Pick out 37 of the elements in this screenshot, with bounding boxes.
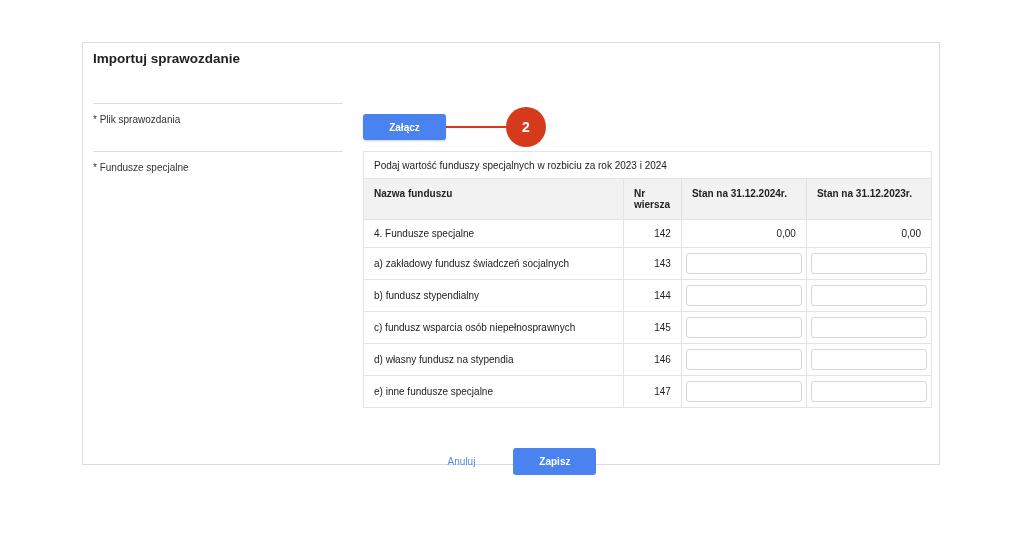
amount-field[interactable] xyxy=(685,317,802,338)
column-header: Stan na 31.12.2024r. xyxy=(681,178,807,220)
field-label: * Fundusze specjalne xyxy=(93,162,189,173)
table-cell: 4. Fundusze specjalne xyxy=(363,219,624,248)
table-cell: 145 xyxy=(623,311,682,344)
table-cell: d) własny fundusz na stypendia xyxy=(363,343,624,376)
amount-field[interactable] xyxy=(685,349,802,370)
amount-field[interactable] xyxy=(685,381,802,402)
table-cell: 144 xyxy=(623,279,682,312)
step-badge: 2 xyxy=(506,107,546,147)
amount-field[interactable] xyxy=(810,253,927,274)
amount-field[interactable] xyxy=(810,349,927,370)
amount-field[interactable] xyxy=(810,381,927,402)
table-cell: 0,00 xyxy=(681,219,807,248)
table-cell: 143 xyxy=(623,247,682,280)
column-header: Nr wiersza xyxy=(623,178,682,220)
amount-field[interactable] xyxy=(810,317,927,338)
table-cell: a) zakładowy fundusz świadczeń socjalnych xyxy=(363,247,624,280)
column-header: Nazwa funduszu xyxy=(363,178,624,220)
table-cell: b) fundusz stypendialny xyxy=(363,279,624,312)
table-cell: 142 xyxy=(623,219,682,248)
field-label: * Plik sprawozdania xyxy=(93,114,181,125)
cancel-link[interactable]: Anuluj xyxy=(445,454,478,469)
table-caption: Podaj wartość funduszy specjalnych w rozbiciu za rok 2023 i 2024 xyxy=(363,151,932,179)
table-cell: 0,00 xyxy=(806,219,932,248)
table-cell: c) fundusz wsparcia osób niepełnosprawnych xyxy=(363,311,624,344)
amount-field[interactable] xyxy=(685,285,802,306)
attach-button[interactable]: Załącz xyxy=(363,114,446,140)
amount-field[interactable] xyxy=(810,285,927,306)
table-cell: 146 xyxy=(623,343,682,376)
amount-field[interactable] xyxy=(685,253,802,274)
table-cell: 147 xyxy=(623,375,682,408)
save-button[interactable]: Zapisz xyxy=(513,448,597,475)
dialog-title: Importuj sprawozdanie xyxy=(93,51,241,66)
column-header: Stan na 31.12.2023r. xyxy=(806,178,932,220)
table-cell: e) inne fundusze specjalne xyxy=(363,375,624,408)
leader-line xyxy=(446,126,506,128)
